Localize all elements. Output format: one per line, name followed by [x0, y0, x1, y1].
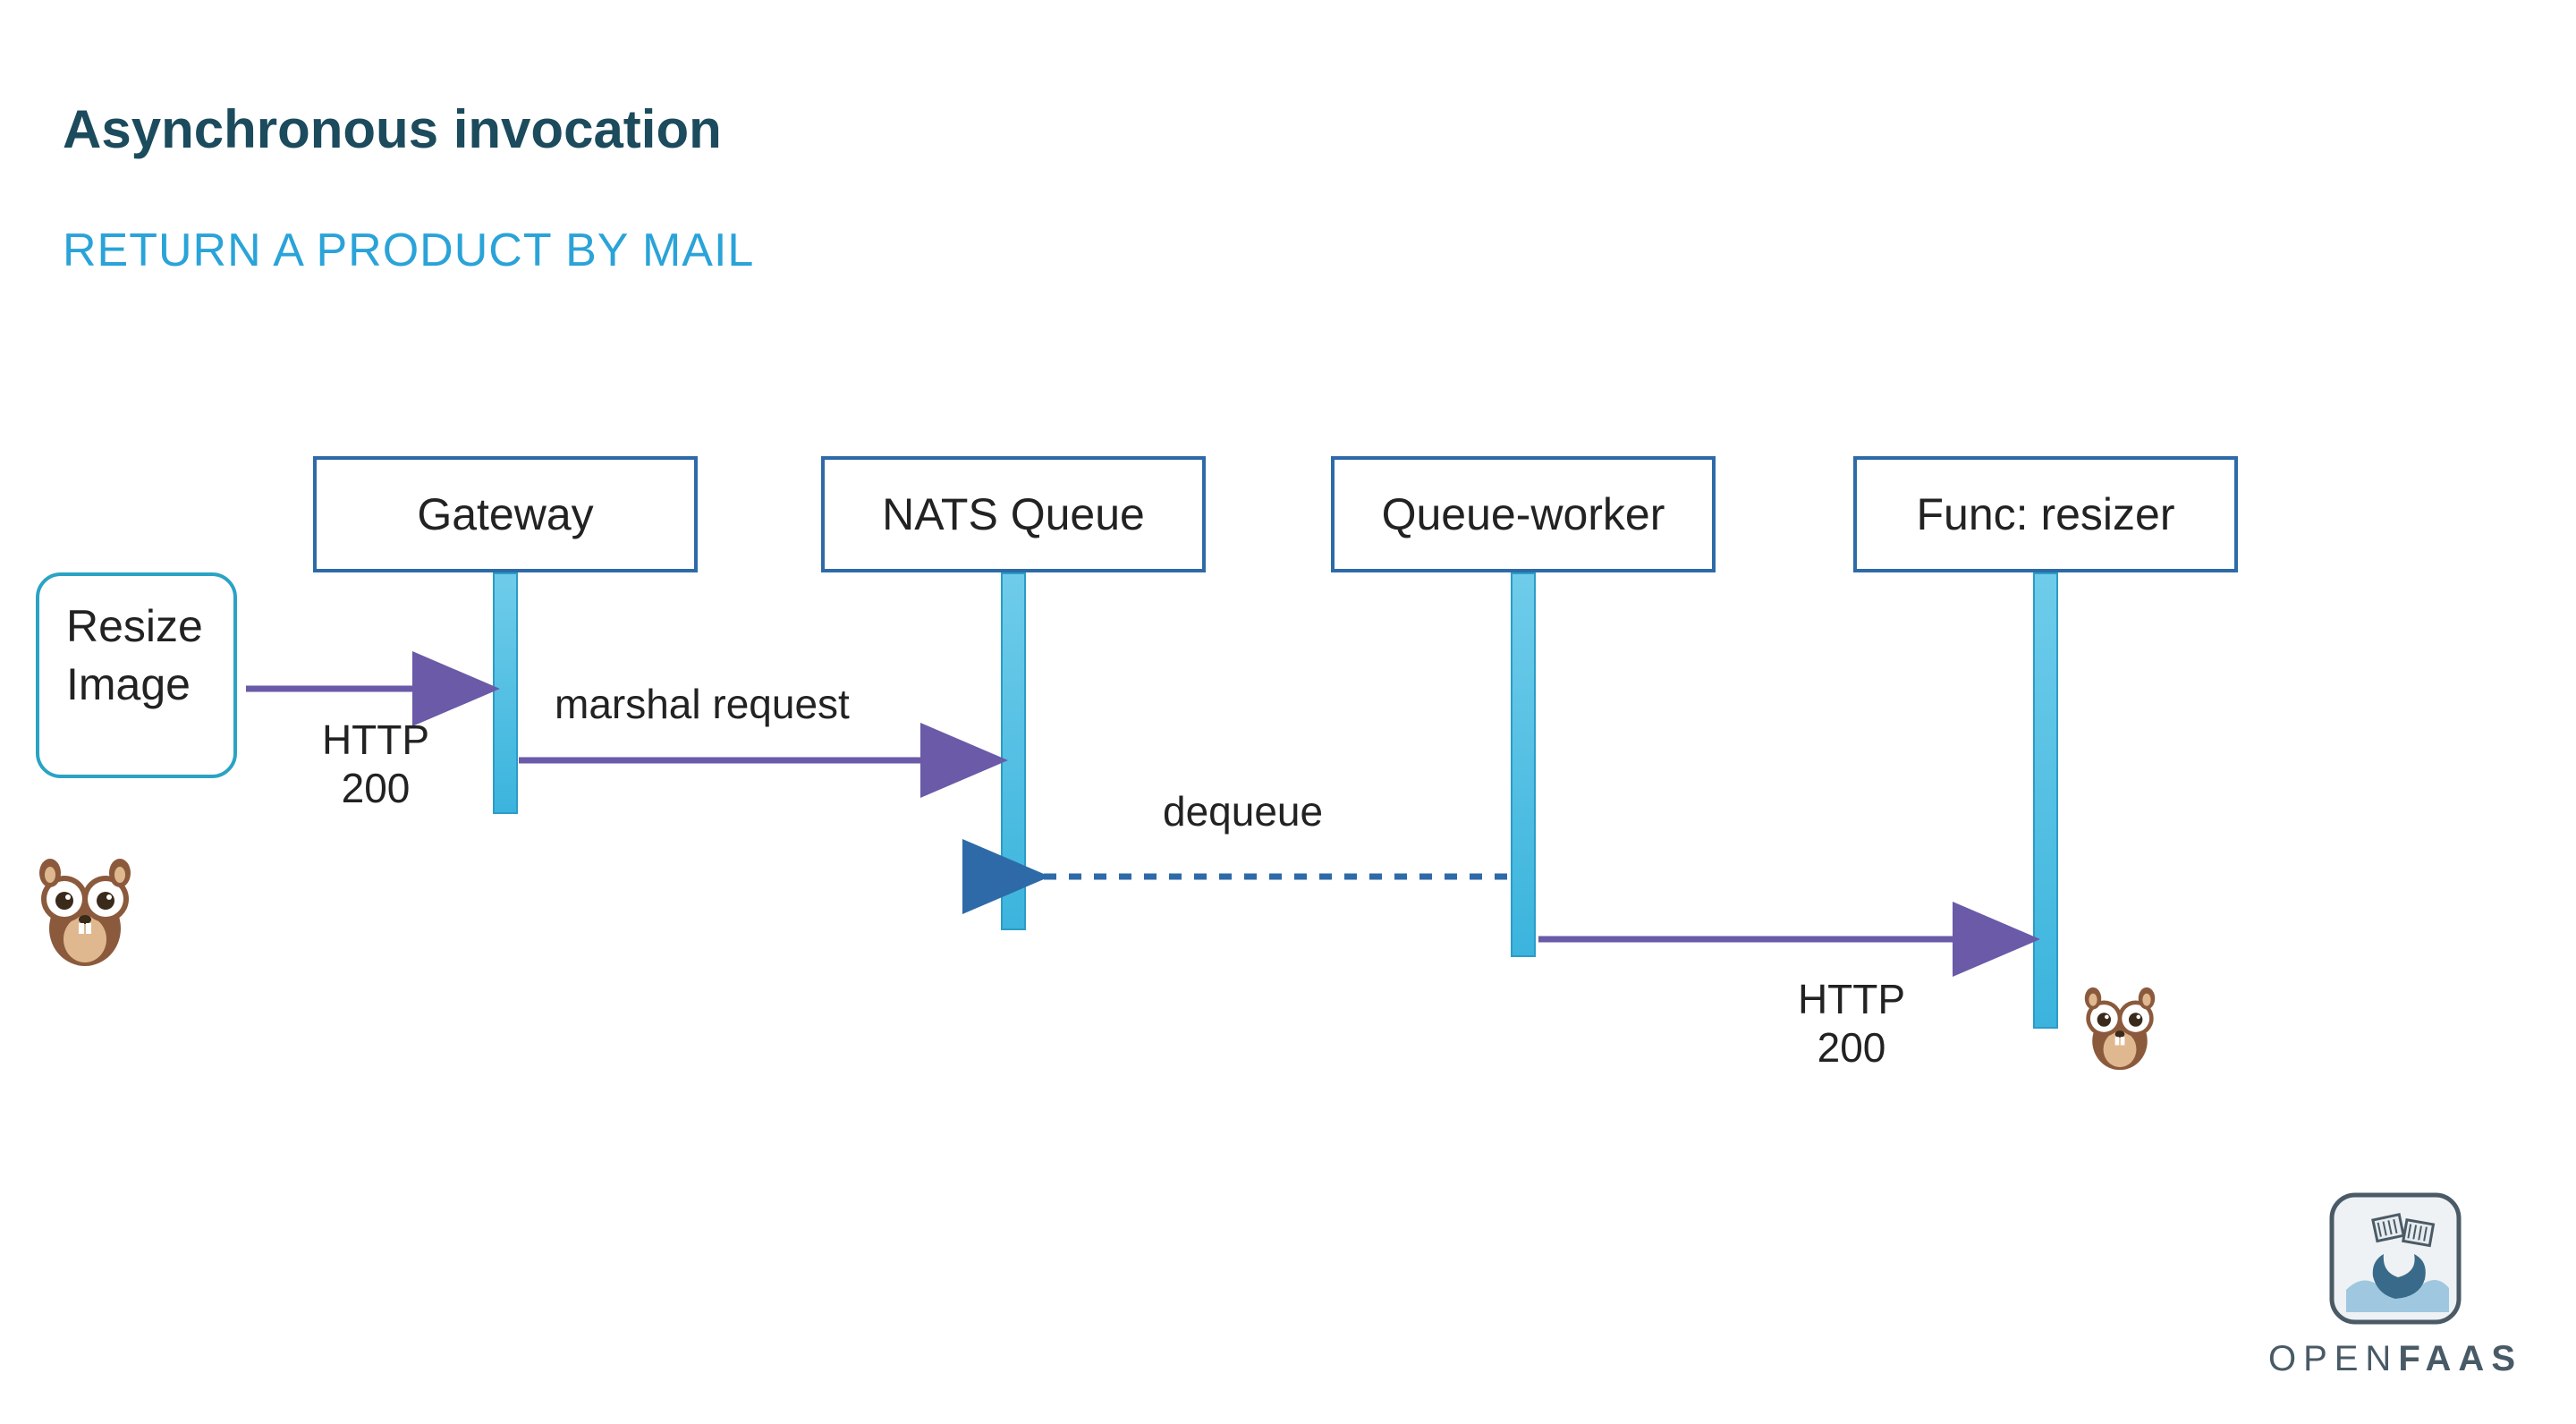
msg-http-label-b2: 200	[1771, 1023, 1932, 1072]
brand-text-b: FAAS	[2398, 1339, 2522, 1378]
msg-dequeue: dequeue	[1163, 787, 1323, 835]
participant-nats: NATS Queue	[821, 456, 1206, 572]
slide-subtitle: RETURN A PRODUCT BY MAIL	[63, 224, 754, 277]
openfaas-logo: OPENFAAS	[2268, 1191, 2522, 1379]
msg-http-label-a1: HTTP	[295, 716, 456, 764]
slide-title: Asynchronous invocation	[63, 98, 722, 160]
participant-func-label: Func: resizer	[1917, 488, 2175, 540]
lifeline-func	[2033, 572, 2058, 1029]
msg-http200-b: HTTP 200	[1771, 975, 1932, 1072]
msg-http-label-a2: 200	[295, 764, 456, 812]
participant-gateway-label: Gateway	[417, 488, 593, 540]
brand-text-a: OPEN	[2268, 1339, 2398, 1378]
brand-text: OPENFAAS	[2268, 1339, 2522, 1379]
msg-http-label-b1: HTTP	[1771, 975, 1932, 1023]
lifeline-worker	[1511, 572, 1536, 957]
diagram-arrows	[0, 0, 2576, 1424]
participant-worker: Queue-worker	[1331, 456, 1716, 572]
msg-http200-a: HTTP 200	[295, 716, 456, 812]
mascot-icon-left	[27, 850, 143, 979]
lifeline-nats	[1001, 572, 1026, 930]
participant-func: Func: resizer	[1853, 456, 2238, 572]
whale-icon	[2328, 1191, 2462, 1326]
actor-line2: Image	[66, 656, 207, 714]
actor-line1: Resize	[66, 598, 207, 656]
participant-worker-label: Queue-worker	[1382, 488, 1665, 540]
participant-nats-label: NATS Queue	[882, 488, 1145, 540]
mascot-icon-right	[2075, 979, 2165, 1082]
participant-gateway: Gateway	[313, 456, 698, 572]
lifeline-gateway	[493, 572, 518, 814]
actor-resize-image: Resize Image	[36, 572, 237, 778]
msg-marshal: marshal request	[555, 680, 850, 728]
